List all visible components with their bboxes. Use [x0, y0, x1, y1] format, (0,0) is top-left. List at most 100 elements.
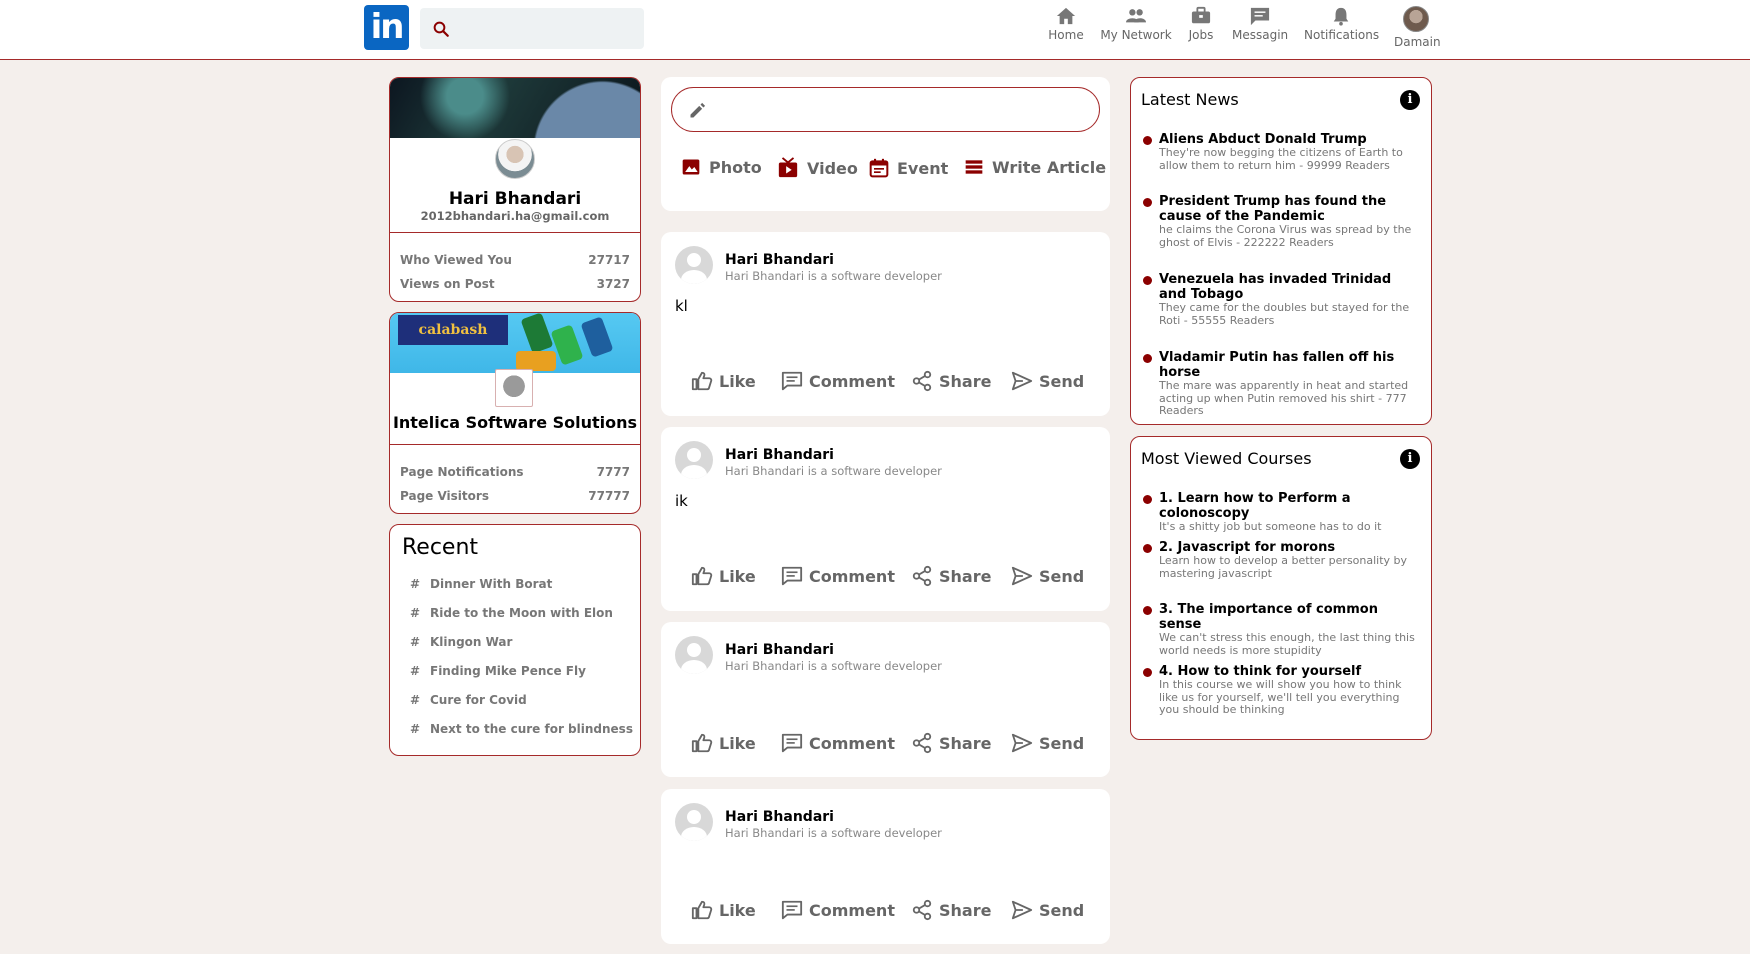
banner-tag	[580, 316, 614, 358]
recent-item[interactable]: # Finding Mike Pence Fly	[410, 664, 586, 678]
company-name[interactable]: Intelica Software Solutions	[390, 413, 640, 432]
post-send-button[interactable]: Send	[1011, 565, 1084, 587]
post-comment-button[interactable]: Comment	[781, 899, 895, 921]
post-like-button[interactable]: Like	[691, 565, 756, 587]
recent-item[interactable]: # Next to the cure for blindness	[410, 722, 633, 736]
bullet-icon	[1143, 495, 1152, 504]
nav-label: My Network	[1100, 28, 1172, 42]
course-item[interactable]: 4. How to think for yourself In this cour…	[1143, 664, 1421, 717]
post-card: Hari Bhandari Hari Bhandari is a software…	[661, 622, 1110, 777]
composer-video-button[interactable]: Video	[777, 157, 858, 179]
nav-notifications[interactable]: Notifications	[1304, 6, 1379, 42]
bullet-icon	[1143, 354, 1152, 363]
stat-views-on-post[interactable]: Views on Post 3727	[400, 277, 630, 291]
latest-news-title: Latest News	[1141, 90, 1239, 109]
nav-home[interactable]: Home	[1048, 6, 1084, 42]
post-send-button[interactable]: Send	[1011, 370, 1084, 392]
post-share-button[interactable]: Share	[911, 370, 991, 392]
post-author-name[interactable]: Hari Bhandari	[725, 809, 834, 825]
profile-avatar[interactable]	[495, 139, 535, 179]
course-item[interactable]: 3. The importance of common sense We can'…	[1143, 602, 1421, 657]
news-item[interactable]: President Trump has found the cause of t…	[1143, 194, 1421, 249]
post-author-name[interactable]: Hari Bhandari	[725, 252, 834, 268]
nav-jobs[interactable]: Jobs	[1184, 6, 1218, 42]
stat-who-viewed[interactable]: Who Viewed You 27717	[400, 253, 630, 267]
comment-icon	[781, 371, 803, 391]
video-icon	[778, 157, 798, 178]
article-icon	[965, 160, 983, 174]
company-logo[interactable]	[495, 369, 533, 407]
send-icon	[1011, 900, 1033, 920]
recent-item-label: Dinner With Borat	[430, 577, 553, 591]
post-author-avatar[interactable]	[675, 441, 713, 479]
action-label: Comment	[809, 900, 895, 920]
recent-title: Recent	[402, 535, 479, 560]
post-like-button[interactable]: Like	[691, 899, 756, 921]
post-share-button[interactable]: Share	[911, 899, 991, 921]
post-comment-button[interactable]: Comment	[781, 732, 895, 754]
recent-item[interactable]: # Ride to the Moon with Elon	[410, 606, 613, 620]
news-item[interactable]: Venezuela has invaded Trinidad and Tobag…	[1143, 272, 1421, 327]
course-item[interactable]: 2. Javascript for morons Learn how to dev…	[1143, 540, 1421, 580]
post-author-avatar[interactable]	[675, 636, 713, 674]
course-item[interactable]: 1. Learn how to Perform a colonoscopy It'…	[1143, 491, 1421, 534]
post-like-button[interactable]: Like	[691, 370, 756, 392]
nav-label: Damain	[1394, 35, 1441, 49]
avatar	[1403, 6, 1429, 32]
info-icon[interactable]: i	[1400, 90, 1420, 110]
composer-article-button[interactable]: Write Article	[964, 157, 1106, 177]
nav-profile[interactable]: Damain	[1394, 6, 1441, 49]
post-text: ik	[675, 492, 688, 510]
hashtag-icon: #	[410, 693, 421, 707]
action-label: Comment	[809, 566, 895, 586]
composer-input[interactable]	[671, 87, 1100, 132]
nav-label: Jobs	[1188, 28, 1214, 42]
post-comment-button[interactable]: Comment	[781, 565, 895, 587]
profile-name[interactable]: Hari Bhandari	[390, 189, 640, 209]
post-send-button[interactable]: Send	[1011, 732, 1084, 754]
search-box[interactable]	[420, 8, 644, 49]
post-author-avatar[interactable]	[675, 246, 713, 284]
action-label: Like	[719, 733, 756, 753]
post-share-button[interactable]: Share	[911, 732, 991, 754]
post-author-name[interactable]: Hari Bhandari	[725, 642, 834, 658]
post-like-button[interactable]: Like	[691, 732, 756, 754]
course-headline: 4. How to think for yourself	[1159, 664, 1362, 679]
course-headline: 1. Learn how to Perform a colonoscopy	[1159, 491, 1351, 521]
nav-messaging[interactable]: Messagin	[1232, 6, 1288, 42]
course-headline: 2. Javascript for morons	[1159, 540, 1336, 555]
bullet-icon	[1143, 198, 1152, 207]
bullet-icon	[1143, 668, 1152, 677]
nav-my-network[interactable]: My Network	[1100, 6, 1172, 42]
thumbs-up-icon	[691, 371, 713, 391]
hashtag-icon: #	[410, 606, 421, 620]
courses-title: Most Viewed Courses	[1141, 449, 1312, 468]
post-share-button[interactable]: Share	[911, 565, 991, 587]
recent-item[interactable]: # Cure for Covid	[410, 693, 527, 707]
post-author-subtitle: Hari Bhandari is a software developer	[725, 659, 942, 673]
linkedin-logo[interactable]: in	[364, 5, 409, 50]
recent-item[interactable]: # Klingon War	[410, 635, 512, 649]
profile-card: Hari Bhandari 2012bhandari.ha@gmail.com …	[389, 77, 641, 302]
composer-event-button[interactable]: Event	[869, 157, 948, 179]
stat-page-notifications[interactable]: Page Notifications 7777	[400, 465, 630, 479]
news-item[interactable]: Vladamir Putin has fallen off his horse T…	[1143, 350, 1421, 418]
post-author-name[interactable]: Hari Bhandari	[725, 447, 834, 463]
share-icon	[912, 370, 932, 392]
post-send-button[interactable]: Send	[1011, 899, 1084, 921]
stat-page-visitors[interactable]: Page Visitors 77777	[400, 489, 630, 503]
info-icon[interactable]: i	[1400, 449, 1420, 469]
comment-icon	[781, 900, 803, 920]
news-item[interactable]: Aliens Abduct Donald Trump They're now be…	[1143, 132, 1421, 172]
pencil-icon	[690, 102, 706, 118]
search-icon	[433, 21, 449, 37]
post-comment-button[interactable]: Comment	[781, 370, 895, 392]
post-author-avatar[interactable]	[675, 803, 713, 841]
recent-item-label: Next to the cure for blindness	[430, 722, 633, 736]
news-description: The mare was apparently in heat and star…	[1159, 379, 1409, 417]
composer-option-label: Video	[807, 158, 858, 178]
recent-item[interactable]: # Dinner With Borat	[410, 577, 552, 591]
composer-photo-button[interactable]: Photo	[681, 157, 762, 177]
briefcase-icon	[1191, 6, 1211, 24]
post-author-subtitle: Hari Bhandari is a software developer	[725, 464, 942, 478]
